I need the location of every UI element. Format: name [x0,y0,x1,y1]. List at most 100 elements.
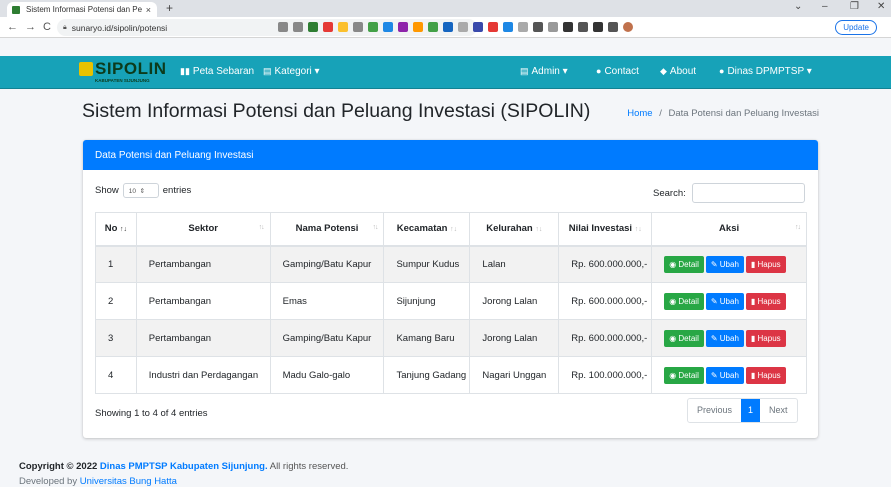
next-button[interactable]: Next [760,399,797,422]
close-window-icon[interactable]: ✕ [877,1,885,12]
footer-org-link[interactable]: Dinas PMPTSP Kabupaten Sijunjung. [100,461,268,472]
extension-icon[interactable] [548,22,558,32]
nav-peta-sebaran[interactable]: ▮▮ Peta Sebaran [180,66,254,77]
extension-icon[interactable] [323,22,333,32]
cell-nilai: Rp. 100.000.000,- [558,356,653,394]
col-nilai-investasi[interactable]: Nilai Investasi ↑↓ [558,212,653,247]
edit-icon: ✎ [710,370,720,380]
cell-nama: Emas [269,282,385,320]
tab-close-icon[interactable]: × [146,5,151,15]
cell-sektor: Pertambangan [135,282,271,320]
table-row: 4 Industri dan Perdagangan Madu Galo-galo T… [95,356,807,394]
cell-sektor: Pertambangan [135,319,271,357]
browser-tab[interactable]: Sistem Informasi Potensi dan Pel × [7,2,157,17]
forward-icon[interactable]: → [25,21,36,33]
ubah-button[interactable]: ✎ Ubah [705,292,744,310]
avatar[interactable] [623,22,633,32]
cell-actions: ◉ Detail ✎ Ubah ▮ Hapus [651,319,807,357]
lock-icon: 🔒︎ [63,23,67,31]
table-row: 1 Pertambangan Gamping/Batu Kapur Sumpur Ku… [95,245,807,283]
new-tab-button[interactable]: + [166,1,173,15]
minimize-icon[interactable]: – [822,1,828,12]
cell-actions: ◉ Detail ✎ Ubah ▮ Hapus [651,282,807,320]
trash-icon: ▮ [750,333,758,343]
extension-icon[interactable] [413,22,423,32]
extension-icon[interactable] [503,22,513,32]
cell-nama: Gamping/Batu Kapur [269,319,385,357]
extension-icon[interactable] [488,22,498,32]
extension-icon[interactable] [338,22,348,32]
extension-icon[interactable] [383,22,393,32]
extension-icon[interactable] [458,22,468,32]
col-no[interactable]: No ↑↓ [95,212,137,247]
extension-icon[interactable] [518,22,528,32]
bookmark-star-icon[interactable] [293,22,303,32]
developer-link[interactable]: Universitas Bung Hatta [80,476,177,487]
col-sektor[interactable]: Sektor ↑↓ [135,212,271,247]
brand-logo[interactable]: SIPOLIN KABUPATEN SIJUNJUNG [79,59,166,86]
cell-actions: ◉ Detail ✎ Ubah ▮ Hapus [651,356,807,394]
back-icon[interactable]: ← [7,21,18,33]
admin-icon: ▤ [520,66,529,76]
extension-icon[interactable] [443,22,453,32]
hapus-button[interactable]: ▮ Hapus [745,292,786,310]
detail-button[interactable]: ◉ Detail [664,292,704,310]
detail-button[interactable]: ◉ Detail [664,255,704,273]
trash-icon: ▮ [750,296,758,306]
col-aksi[interactable]: Aksi ↑↓ [651,212,807,247]
breadcrumb-separator: / [659,108,662,119]
nav-contact[interactable]: ● Contact [596,66,639,77]
nav-admin[interactable]: ▤ Admin ▾ [520,66,568,77]
col-kelurahan[interactable]: Kelurahan ↑↓ [469,212,560,247]
detail-button[interactable]: ◉ Detail [664,329,704,347]
extension-icon[interactable] [428,22,438,32]
cell-no: 3 [95,319,137,357]
sidepanel-icon[interactable] [608,22,618,32]
nav-kategori[interactable]: ▤ Kategori ▾ [263,66,320,77]
hapus-button[interactable]: ▮ Hapus [745,255,786,273]
extension-icon[interactable] [533,22,543,32]
col-nama-potensi[interactable]: Nama Potensi ↑↓ [269,212,385,247]
crest-icon [79,62,93,76]
nav-about[interactable]: ◆ About [660,66,696,77]
browser-tab-strip: Sistem Informasi Potensi dan Pel × + ⌄ –… [0,0,891,17]
extension-icon[interactable] [368,22,378,32]
extension-icon[interactable] [578,22,588,32]
table-header-row: No ↑↓ Sektor ↑↓ Nama Potensi ↑↓ Kecamatan … [95,212,807,247]
previous-button[interactable]: Previous [688,399,741,422]
page-1-button[interactable]: 1 [741,399,761,422]
hapus-button[interactable]: ▮ Hapus [745,329,786,347]
breadcrumb-home-link[interactable]: Home [627,108,652,119]
sort-icon: ↑↓ [372,224,378,231]
address-bar-row: ← → C 🔒︎ sunaryo.id/sipolin/potensi Upda… [0,17,891,38]
col-kecamatan[interactable]: Kecamatan ↑↓ [383,212,471,247]
search-input[interactable] [691,183,805,203]
entries-select[interactable]: 10 ⇕ [122,183,159,198]
ubah-button[interactable]: ✎ Ubah [705,366,744,384]
ubah-button[interactable]: ✎ Ubah [705,329,744,347]
extension-icon[interactable] [563,22,573,32]
detail-button[interactable]: ◉ Detail [664,366,704,384]
extension-icon[interactable] [473,22,483,32]
hapus-button[interactable]: ▮ Hapus [745,366,786,384]
card-header: Data Potensi dan Peluang Investasi [83,140,818,170]
footer-copyright: Copyright © 2022 Dinas PMPTSP Kabupaten … [19,461,349,472]
data-card: Data Potensi dan Peluang Investasi Show … [83,140,818,438]
ubah-button[interactable]: ✎ Ubah [705,255,744,273]
cell-actions: ◉ Detail ✎ Ubah ▮ Hapus [651,245,807,283]
update-button[interactable]: Update [835,20,877,35]
eye-icon: ◉ [669,333,679,343]
puzzle-icon[interactable] [593,22,603,32]
maximize-icon[interactable]: ❐ [850,1,859,12]
extension-icon[interactable] [398,22,408,32]
extension-icon[interactable] [308,22,318,32]
brand-subtitle: KABUPATEN SIJUNJUNG [95,78,150,83]
share-icon[interactable] [278,22,288,32]
extension-icon[interactable] [353,22,363,32]
breadcrumb: Home / Data Potensi dan Peluang Investas… [627,108,819,119]
tab-search-chevron-icon[interactable]: ⌄ [794,1,802,12]
table-info: Showing 1 to 4 of 4 entries [95,408,208,419]
nav-user-menu[interactable]: ● Dinas DPMPTSP ▾ [719,66,812,77]
cell-kelurahan: Jorong Lalan [469,319,560,357]
reload-icon[interactable]: C [43,21,51,33]
